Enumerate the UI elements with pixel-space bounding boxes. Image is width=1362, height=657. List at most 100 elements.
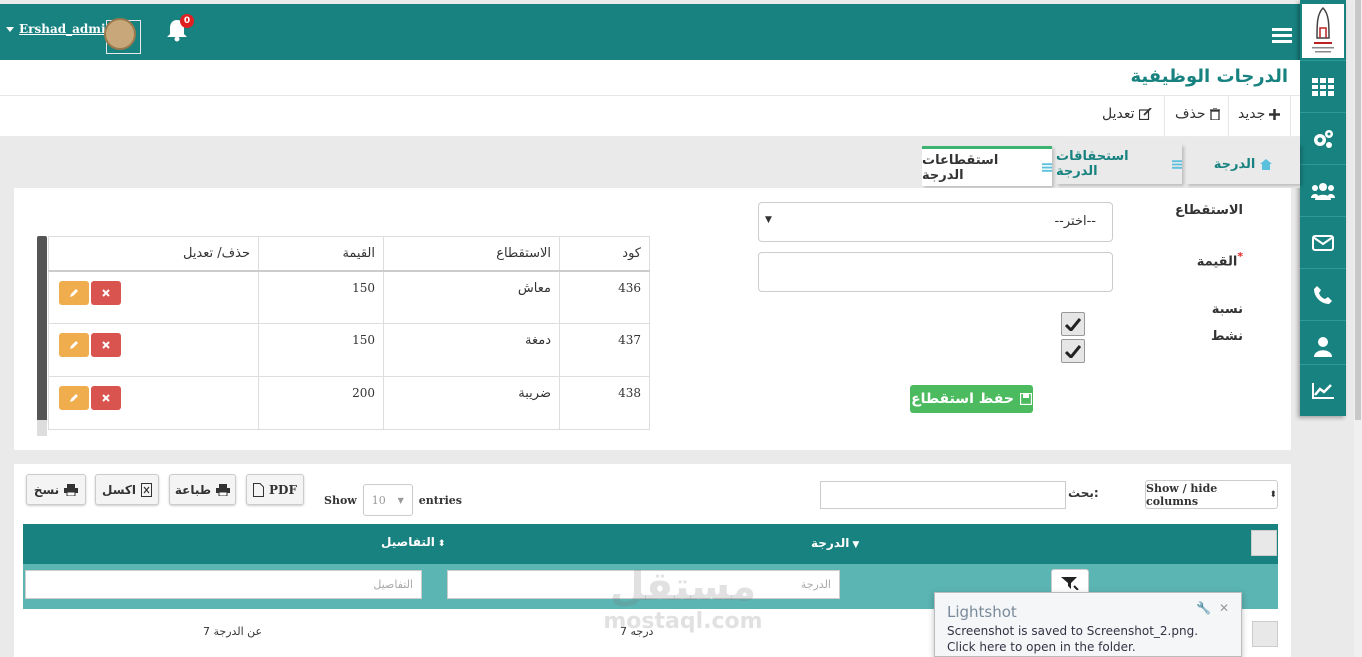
excel-button[interactable]: اكسل (95, 474, 159, 505)
tab-deductions[interactable]: استقطاعات الدرجة (922, 146, 1052, 186)
sort-desc-icon: ▼ (852, 540, 860, 550)
deduction-select[interactable]: ▼ --اختر-- (758, 202, 1113, 242)
top-navbar: Ershad_admin 0 (0, 4, 1300, 60)
col-details-header[interactable]: التفاصيل ⬍ (381, 535, 445, 549)
entries-label: entries (418, 493, 462, 507)
sidebar-item-settings[interactable] (1300, 112, 1346, 164)
edit-icon (1138, 108, 1152, 120)
value-label-text: القيمة (1196, 254, 1238, 270)
sidebar-item-contact[interactable] (1300, 268, 1346, 320)
table-row: 436 معاش 150 (48, 270, 650, 324)
row-deduction: معاش (383, 270, 560, 324)
watermark-arabic: مستقل (609, 564, 757, 610)
close-icon (102, 394, 110, 402)
hamburger-menu-icon[interactable] (1272, 28, 1292, 44)
pencil-icon (70, 394, 78, 402)
pencil-icon (70, 341, 78, 349)
page-length-control: Show 10 ▼ entries (324, 484, 462, 516)
close-icon (102, 288, 110, 297)
show-hide-columns-label: Show / hide columns (1146, 481, 1218, 508)
deductions-form-panel: الاستقطاع ▼ --اختر-- القيمة* نسبة نشط حف… (14, 188, 1291, 450)
row-deduction: دمغة (383, 323, 560, 377)
print-button-label: طباعة (174, 482, 212, 497)
row-value: 200 (258, 376, 384, 430)
toolbar-divider (1228, 96, 1229, 136)
active-checkbox[interactable] (1061, 339, 1085, 363)
value-label: القيمة* (1197, 250, 1243, 269)
tab-entitlements[interactable]: استحقاقات الدرجة (1056, 144, 1182, 184)
trash-icon (1209, 108, 1220, 120)
row-details: عن الدرجة 7 (203, 625, 263, 638)
sidebar-item-reports[interactable] (1300, 364, 1346, 416)
pdf-button-label: PDF (269, 482, 297, 497)
show-hide-columns-button[interactable]: Show / hide columns ⬍ (1145, 480, 1278, 509)
excel-file-icon (141, 482, 152, 497)
delete-button[interactable]: حذف (1175, 106, 1220, 122)
table-scrollbar[interactable] (37, 236, 47, 436)
list-icon (1171, 159, 1182, 169)
delete-row-button[interactable] (91, 333, 121, 357)
save-deduction-button[interactable]: حفظ استقطاع (910, 385, 1033, 413)
row-value: 150 (258, 270, 384, 324)
table-row: 438 ضريبة 200 (48, 376, 650, 430)
tab-deductions-label: استقطاعات الدرجة (922, 152, 999, 183)
filter-icon (1061, 577, 1079, 590)
edit-row-button[interactable] (59, 280, 89, 305)
settings-icon[interactable]: 🔧 (1196, 601, 1211, 615)
page-title: الدرجات الوظيفية (1130, 66, 1288, 87)
print-button[interactable]: طباعة (169, 474, 236, 505)
toast-controls: 🔧 ✕ (1196, 601, 1229, 615)
sidebar-item-grid[interactable] (1300, 60, 1346, 112)
close-icon[interactable]: ✕ (1219, 601, 1229, 615)
deductions-table: كود الاستقطاع القيمة حذف/ تعديل 436 معاش… (48, 236, 650, 430)
check-icon (1065, 317, 1081, 331)
pdf-button[interactable]: PDF (246, 474, 304, 505)
select-all-checkbox[interactable] (1251, 530, 1277, 556)
copy-button[interactable]: نسخ (26, 474, 86, 505)
delete-row-button[interactable] (91, 386, 121, 410)
delete-button-label: حذف (1175, 106, 1206, 122)
value-input[interactable] (758, 252, 1113, 292)
printer-icon (64, 483, 79, 496)
col-actions: حذف/ تعديل (48, 236, 259, 272)
plus-icon (1269, 108, 1281, 120)
sidebar-item-users[interactable] (1300, 164, 1346, 216)
delete-row-button[interactable] (91, 280, 121, 305)
watermark-latin: mostaql.com (603, 609, 763, 634)
tabs-bar: الدرجة استحقاقات الدرجة استقطاعات الدرجة (0, 136, 1300, 188)
col-value: القيمة (258, 236, 384, 272)
row-checkbox[interactable] (1252, 621, 1278, 647)
sidebar (1300, 0, 1346, 416)
ratio-checkbox[interactable] (1061, 312, 1085, 336)
watermark: مستقل mostaql.com (598, 565, 768, 634)
col-grade-header[interactable]: الدرجة ▼ (811, 536, 859, 550)
lightshot-notification[interactable]: 🔧 ✕ Lightshot Screenshot is saved to Scr… (934, 592, 1242, 657)
tab-grade[interactable]: الدرجة (1186, 144, 1300, 184)
tab-entitlements-label: استحقاقات الدرجة (1056, 149, 1129, 179)
row-actions (48, 323, 259, 377)
details-filter-input[interactable]: التفاصيل (25, 570, 422, 599)
search-input[interactable] (820, 481, 1066, 509)
save-deduction-label: حفظ استقطاع (911, 391, 1014, 407)
col-details-label: التفاصيل (381, 535, 435, 549)
active-label: نشط (1210, 329, 1243, 344)
printer-icon (216, 483, 231, 496)
edit-button-label: تعديل (1102, 106, 1135, 122)
page-scrollbar-thumb[interactable] (1355, 0, 1361, 420)
user-menu[interactable]: Ershad_admin (6, 22, 114, 36)
sidebar-item-messages[interactable] (1300, 216, 1346, 268)
entries-select[interactable]: 10 ▼ (362, 484, 413, 516)
user-icon (1314, 336, 1332, 357)
edit-row-button[interactable] (59, 333, 89, 357)
phone-icon (1314, 285, 1332, 304)
check-icon (1065, 344, 1081, 358)
title-bar: الدرجات الوظيفية (0, 60, 1300, 96)
copy-button-label: نسخ (33, 482, 60, 497)
new-button[interactable]: جديد (1238, 106, 1281, 122)
edit-button[interactable]: تعديل (1102, 106, 1152, 122)
edit-row-button[interactable] (59, 386, 89, 410)
home-icon (1260, 158, 1273, 170)
avatar[interactable] (104, 18, 136, 50)
table-row: 437 دمغة 150 (48, 323, 650, 377)
search-label: بحث: (1068, 486, 1099, 500)
